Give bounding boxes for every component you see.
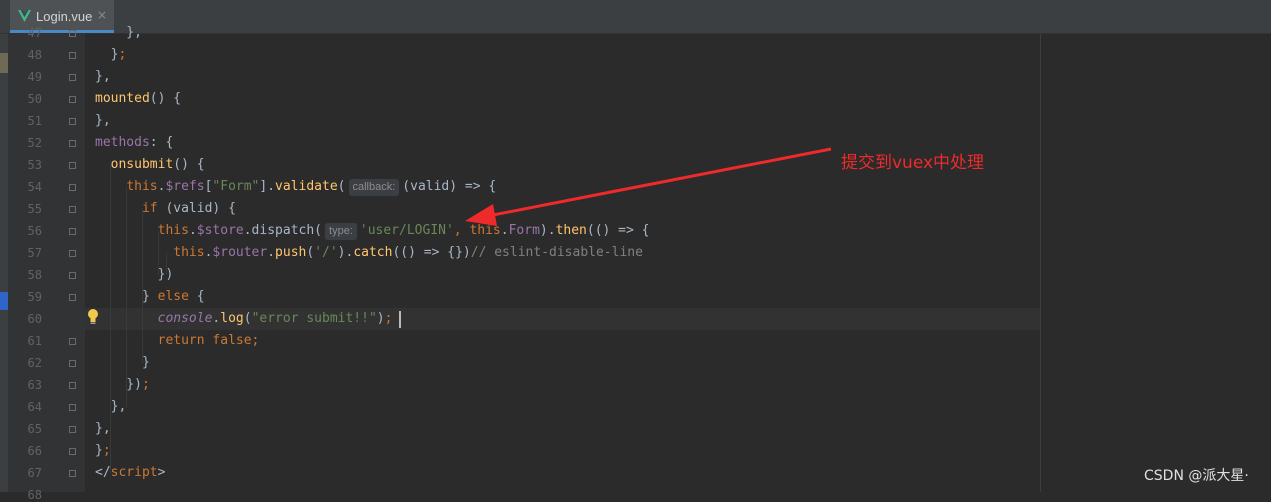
annotation-label: 提交到vuex中处理 [841, 153, 985, 173]
annotation-arrow [465, 147, 832, 226]
watermark: CSDN @派大星· [1144, 468, 1249, 484]
